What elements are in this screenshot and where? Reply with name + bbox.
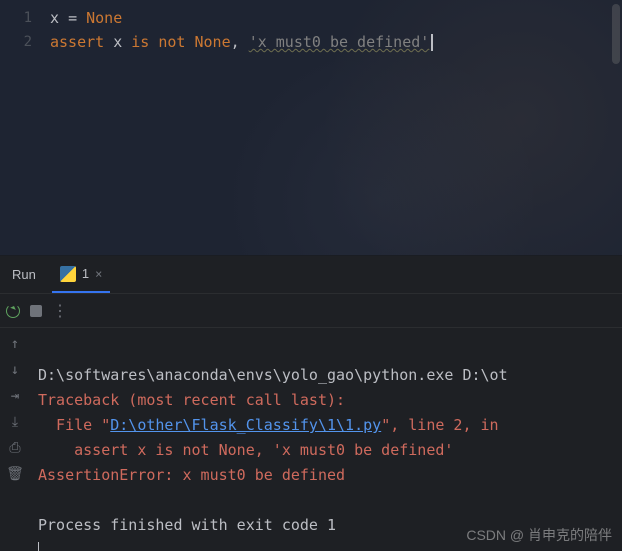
python-file-icon (60, 266, 76, 282)
panel-title: Run (12, 267, 36, 282)
code-content[interactable]: x = None assert x is not None, 'x must0 … (42, 0, 622, 255)
line-number: 1 (0, 6, 32, 30)
run-tab[interactable]: 1 × (52, 256, 110, 293)
scroll-to-end-icon[interactable]: ⤓ (7, 414, 23, 430)
editor-caret (431, 34, 433, 51)
tab-label: 1 (82, 266, 89, 281)
code-line[interactable]: x = None (50, 6, 622, 30)
run-toolbar: ⋮ (0, 294, 622, 328)
console-output: ↑ ↓ ⇥ ⤓ ⎙ 🗑 D:\softwares\anaconda\envs\y… (0, 328, 622, 551)
assert-source-line: assert x is not None, 'x must0 be define… (38, 441, 453, 459)
error-line: AssertionError: x must0 be defined (38, 466, 345, 484)
stop-icon[interactable] (30, 305, 42, 317)
command-line: D:\softwares\anaconda\envs\yolo_gao\pyth… (38, 366, 508, 384)
soft-wrap-icon[interactable]: ⇥ (7, 388, 23, 404)
print-icon[interactable]: ⎙ (7, 440, 23, 456)
rerun-icon[interactable] (6, 304, 20, 318)
file-link[interactable]: D:\other\Flask_Classify\1\1.py (110, 416, 381, 434)
run-panel-header: Run 1 × (0, 256, 622, 294)
traceback-header: Traceback (most recent call last): (38, 391, 345, 409)
trash-icon[interactable]: 🗑 (7, 466, 23, 482)
more-options-icon[interactable]: ⋮ (52, 303, 69, 319)
exit-line: Process finished with exit code 1 (38, 516, 336, 534)
console-side-toolbar: ↑ ↓ ⇥ ⤓ ⎙ 🗑 (0, 328, 30, 551)
code-editor[interactable]: 1 2 x = None assert x is not None, 'x mu… (0, 0, 622, 255)
scroll-up-icon[interactable]: ↑ (7, 336, 23, 352)
console-caret (38, 542, 39, 551)
file-prefix: File " (38, 416, 110, 434)
editor-scrollbar[interactable] (612, 4, 620, 64)
console-text[interactable]: D:\softwares\anaconda\envs\yolo_gao\pyth… (30, 328, 622, 551)
close-icon[interactable]: × (95, 267, 102, 281)
line-gutter: 1 2 (0, 0, 42, 255)
code-line[interactable]: assert x is not None, 'x must0 be define… (50, 30, 622, 54)
scroll-down-icon[interactable]: ↓ (7, 362, 23, 378)
line-number: 2 (0, 30, 32, 54)
file-suffix: ", line 2, in (381, 416, 507, 434)
